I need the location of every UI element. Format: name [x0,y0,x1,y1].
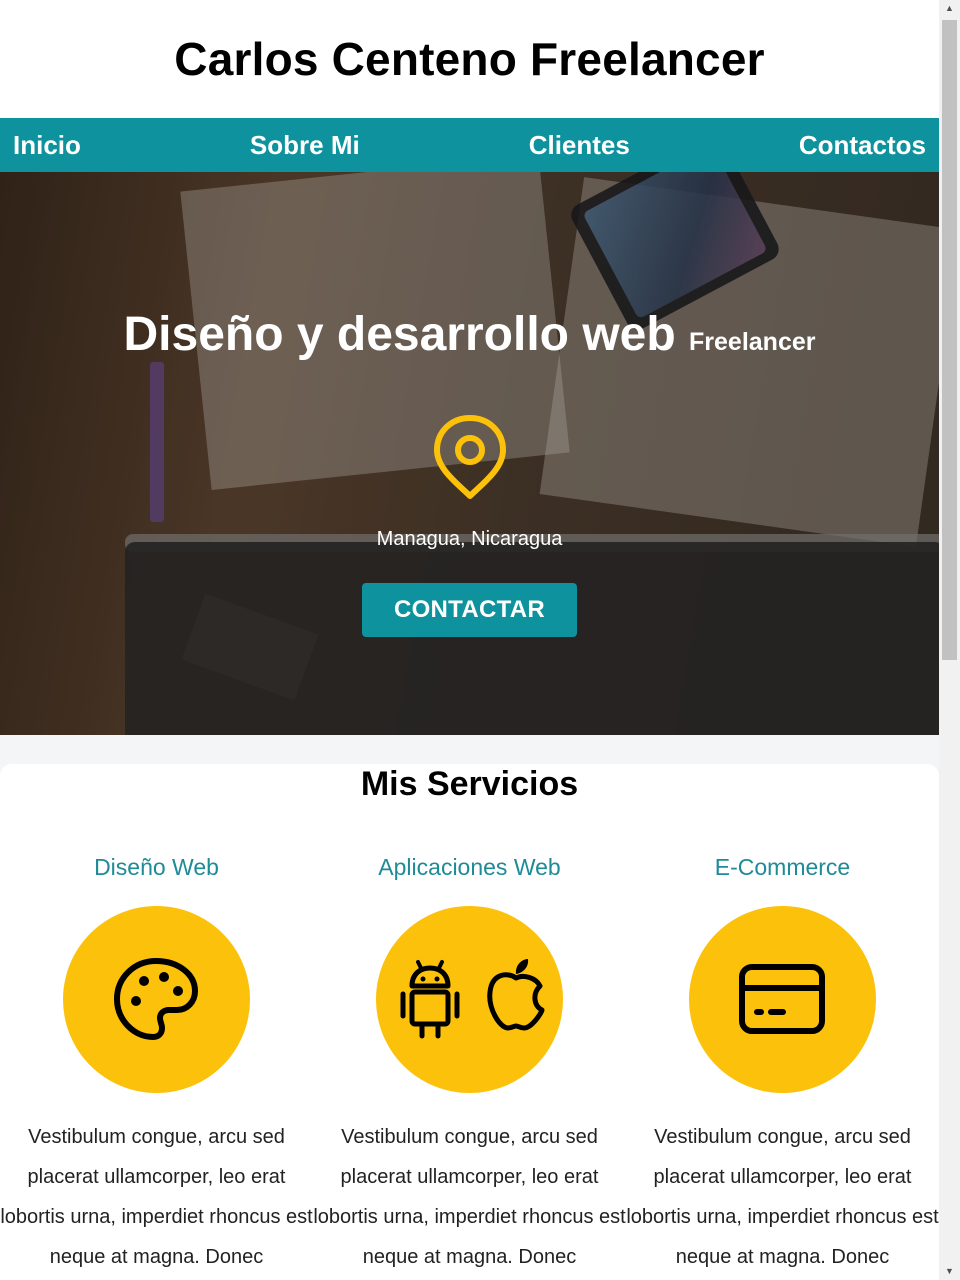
hero-title: Diseño y desarrollo web Freelancer [0,304,939,373]
service-description: Vestibulum congue, arcu sed placerat ull… [313,1126,626,1268]
service-card-e-commerce: E-Commerce Vestibulum congue, arcu sed p… [626,852,939,1277]
services-list: Diseño Web Vestibulum congue, arcu sed p… [0,852,939,1277]
location-pin-icon [434,415,506,499]
nav-link-sobre-mi[interactable]: Sobre Mi [250,130,360,161]
service-icon-circle [689,906,876,1093]
service-icon-circle [63,906,250,1093]
service-card-aplicaciones-web: Aplicaciones Web Vestibulum congue, arcu… [313,852,626,1277]
palette-icon [114,958,198,1040]
service-description: Vestibulum congue, arcu sed placerat ull… [626,1126,939,1268]
service-title: E-Commerce [714,854,851,880]
nav-link-contactos[interactable]: Contactos [799,130,926,161]
main-nav: Inicio Sobre Mi Clientes Contactos [0,118,939,172]
service-title: Aplicaciones Web [378,854,561,880]
hero-location: Managua, Nicaragua [376,528,563,550]
site-title: Carlos Centeno Freelancer [174,33,765,85]
nav-link-clientes[interactable]: Clientes [529,130,630,161]
android-icon [400,960,460,1039]
scrollbar-thumb[interactable] [942,20,957,660]
site-header: Carlos Centeno Freelancer [0,0,939,118]
scroll-up-arrow-icon[interactable]: ▲ [939,0,960,17]
service-title: Diseño Web [94,854,219,880]
credit-card-icon [739,964,825,1034]
page: Carlos Centeno Freelancer Inicio Sobre M… [0,0,939,1280]
hero-title-small: Freelancer [689,328,816,356]
apple-icon [487,959,545,1031]
nav-link-inicio[interactable]: Inicio [13,130,81,161]
services-section: Mis Servicios Diseño Web Vestibulum cong… [0,764,939,1280]
scroll-down-arrow-icon[interactable]: ▼ [939,1263,960,1280]
vertical-scrollbar[interactable]: ▲ ▼ [939,0,960,1280]
hero-title-main: Diseño y desarrollo web [123,308,676,361]
service-icon-circle [376,906,563,1093]
service-card-diseno-web: Diseño Web Vestibulum congue, arcu sed p… [0,852,313,1277]
service-description: Vestibulum congue, arcu sed placerat ull… [0,1126,313,1268]
contact-button[interactable]: CONTACTAR [362,583,577,637]
services-heading: Mis Servicios [360,765,579,803]
hero-section: Diseño y desarrollo web Freelancer Manag… [0,172,939,735]
